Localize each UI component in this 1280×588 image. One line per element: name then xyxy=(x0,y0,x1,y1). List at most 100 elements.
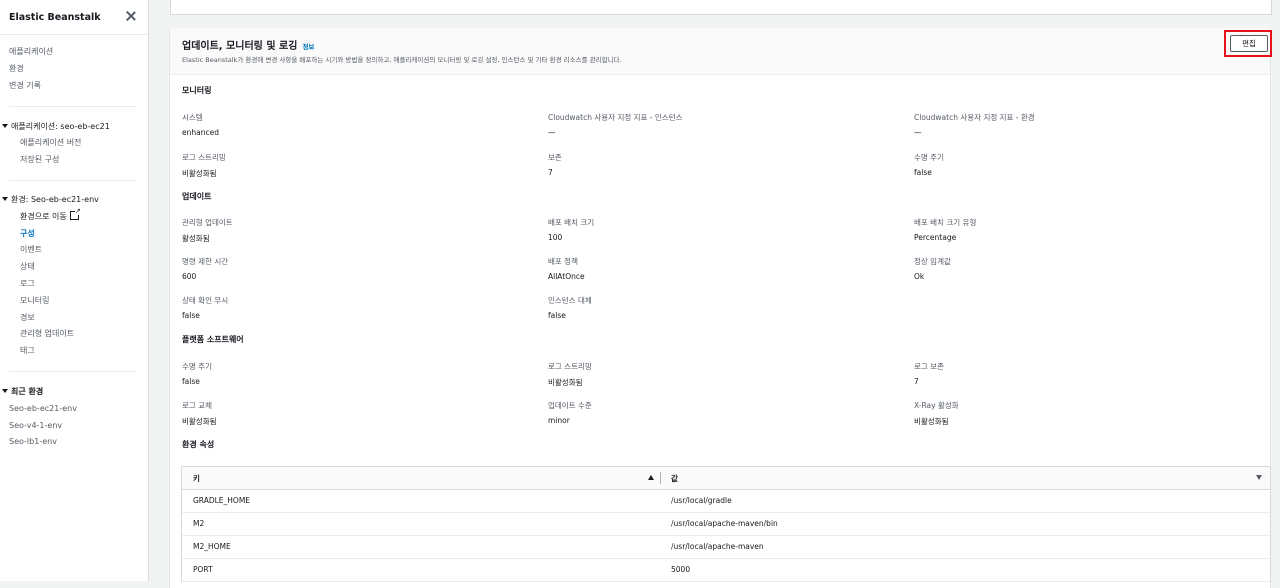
sidebar-item-events[interactable]: 이벤트 xyxy=(20,244,42,255)
sidebar-item-recent-env[interactable]: Seo-eb-ec21-env xyxy=(9,404,77,413)
field-label: 인스턴스 대체 xyxy=(548,296,592,305)
field-value: 100 xyxy=(548,233,563,242)
sidebar-item-saved-configs[interactable]: 저장된 구성 xyxy=(20,154,59,165)
close-icon[interactable] xyxy=(124,9,138,23)
sort-descending-icon[interactable] xyxy=(1256,475,1262,480)
external-link-icon xyxy=(69,207,81,220)
caret-down-icon xyxy=(2,197,8,201)
panel-title: 업데이트, 모니터링 및 로깅 정보 xyxy=(182,37,314,52)
field-label: 로그 보존 xyxy=(914,362,944,371)
field-value: — xyxy=(548,128,556,137)
column-header-key[interactable]: 키 xyxy=(193,473,200,484)
field-value: 활성화됨 xyxy=(182,234,210,243)
sidebar-item-managed-updates[interactable]: 관리형 업데이트 xyxy=(20,328,74,339)
field-label: 명령 제한 시간 xyxy=(182,257,229,266)
column-resizer[interactable] xyxy=(660,472,661,484)
field-label: 수명 주기 xyxy=(182,362,212,371)
caret-down-icon xyxy=(2,124,8,128)
table-row: M2_HOME /usr/local/apache-maven xyxy=(182,536,1270,559)
sidebar-section-recent[interactable]: 최근 환경 xyxy=(0,386,43,397)
panel-header: 업데이트, 모니터링 및 로깅 정보 Elastic Beanstalk가 환경에… xyxy=(170,28,1272,75)
field-value: 600 xyxy=(182,272,197,281)
sidebar-item-label: 환경으로 이동 xyxy=(20,212,67,221)
section-heading-updates: 업데이트 xyxy=(182,192,212,201)
sidebar-item-recent-env[interactable]: Seo-v4-1-env xyxy=(9,421,62,430)
sidebar-item-logs[interactable]: 로그 xyxy=(20,278,35,289)
field-value: minor xyxy=(548,416,570,425)
table-cell-key: M2 xyxy=(193,519,205,528)
table-row: M2 /usr/local/apache-maven/bin xyxy=(182,513,1270,536)
column-header-value[interactable]: 값 xyxy=(671,473,678,484)
sidebar-item-health[interactable]: 상태 xyxy=(20,261,35,272)
field-value: Ok xyxy=(914,272,925,281)
table-cell-value: 5000 xyxy=(671,565,691,574)
divider xyxy=(9,106,137,107)
sidebar-section-application[interactable]: 애플리케이션: seo-eb-ec21 xyxy=(0,121,110,132)
field-label: 업데이트 수준 xyxy=(548,401,592,410)
field-value: 비활성화됨 xyxy=(182,417,217,426)
field-label: 시스템 xyxy=(182,113,203,122)
table-cell-key: GRADLE_HOME xyxy=(193,496,251,505)
field-label: 배포 배치 크기 유형 xyxy=(914,218,977,227)
field-label: 상태 확인 무시 xyxy=(182,296,229,305)
sidebar-item-app-versions[interactable]: 애플리케이션 버전 xyxy=(20,137,81,148)
field-label: 로그 스트리밍 xyxy=(182,153,226,162)
field-value: 7 xyxy=(548,168,553,177)
sort-ascending-icon[interactable] xyxy=(648,475,654,480)
sidebar-item-go-to-env[interactable]: 환경으로 이동 xyxy=(20,207,81,222)
panel-description: Elastic Beanstalk가 환경에 변경 사항을 배포하는 시기와 방… xyxy=(182,56,622,64)
sidebar-header: Elastic Beanstalk xyxy=(0,0,148,35)
field-label: 배포 배치 크기 xyxy=(548,218,595,227)
table-row: PORT 5000 xyxy=(182,559,1270,582)
field-value: enhanced xyxy=(182,128,219,137)
table-cell-key: M2_HOME xyxy=(193,542,231,551)
field-value: 비활성화됨 xyxy=(548,378,583,387)
field-label: X-Ray 활성화 xyxy=(914,401,959,410)
field-value: false xyxy=(914,168,932,177)
field-label: 관리형 업데이트 xyxy=(182,218,233,227)
section-heading-env-properties: 환경 속성 xyxy=(182,440,215,449)
table-cell-value: /usr/local/apache-maven/bin xyxy=(671,519,778,528)
sidebar-section-environment[interactable]: 환경: Seo-eb-ec21-env xyxy=(0,194,99,205)
field-label: 로그 교체 xyxy=(182,401,212,410)
sidebar-item-recent-env[interactable]: Seo-lb1-env xyxy=(9,437,57,446)
field-label: 정상 임계값 xyxy=(914,257,951,266)
sidebar-item-monitoring[interactable]: 모니터링 xyxy=(20,295,49,306)
table-cell-value: /usr/local/apache-maven xyxy=(671,542,764,551)
previous-panel xyxy=(170,0,1272,15)
field-label: Cloudwatch 사용자 지정 지표 - 환경 xyxy=(914,113,1035,122)
field-value: false xyxy=(182,377,200,386)
sidebar-item-applications[interactable]: 애플리케이션 xyxy=(9,46,53,57)
edit-button-highlight: 편집 xyxy=(1224,30,1272,57)
table-row: GRADLE_HOME /usr/local/gradle xyxy=(182,490,1270,513)
section-heading-monitoring: 모니터링 xyxy=(182,86,212,95)
sidebar-section-label: 애플리케이션: seo-eb-ec21 xyxy=(11,122,110,131)
edit-button[interactable]: 편집 xyxy=(1230,35,1268,52)
table-header: 키 값 xyxy=(182,467,1270,490)
field-label: 배포 정책 xyxy=(548,257,578,266)
sidebar: Elastic Beanstalk 애플리케이션 환경 변경 기록 애플리케이션… xyxy=(0,0,149,581)
env-properties-table: 키 값 GRADLE_HOME /usr/local/gradle M2 /us… xyxy=(181,466,1271,582)
sidebar-title[interactable]: Elastic Beanstalk xyxy=(9,12,101,23)
sidebar-item-environments[interactable]: 환경 xyxy=(9,63,24,74)
field-label: Cloudwatch 사용자 지정 지표 - 인스턴스 xyxy=(548,113,683,122)
field-value: 비활성화됨 xyxy=(914,417,949,426)
table-cell-key: PORT xyxy=(193,565,213,574)
field-value: Percentage xyxy=(914,233,957,242)
sidebar-item-alarms[interactable]: 경보 xyxy=(20,312,35,323)
field-label: 로그 스트리밍 xyxy=(548,362,592,371)
divider xyxy=(9,371,137,372)
section-heading-platform: 플랫폼 소프트웨어 xyxy=(182,335,244,344)
panel-title-text: 업데이트, 모니터링 및 로깅 xyxy=(182,41,298,52)
field-value: AllAtOnce xyxy=(548,272,585,281)
field-value: 비활성화됨 xyxy=(182,169,217,178)
field-value: false xyxy=(182,311,200,320)
updates-monitoring-logging-panel: 업데이트, 모니터링 및 로깅 정보 Elastic Beanstalk가 환경에… xyxy=(170,28,1272,588)
info-link[interactable]: 정보 xyxy=(302,43,314,51)
divider xyxy=(9,180,137,181)
sidebar-item-change-history[interactable]: 변경 기록 xyxy=(9,80,41,91)
sidebar-item-configuration[interactable]: 구성 xyxy=(20,228,35,239)
field-value: 7 xyxy=(914,377,919,386)
sidebar-item-tags[interactable]: 태그 xyxy=(20,345,35,356)
field-label: 보존 xyxy=(548,153,562,162)
